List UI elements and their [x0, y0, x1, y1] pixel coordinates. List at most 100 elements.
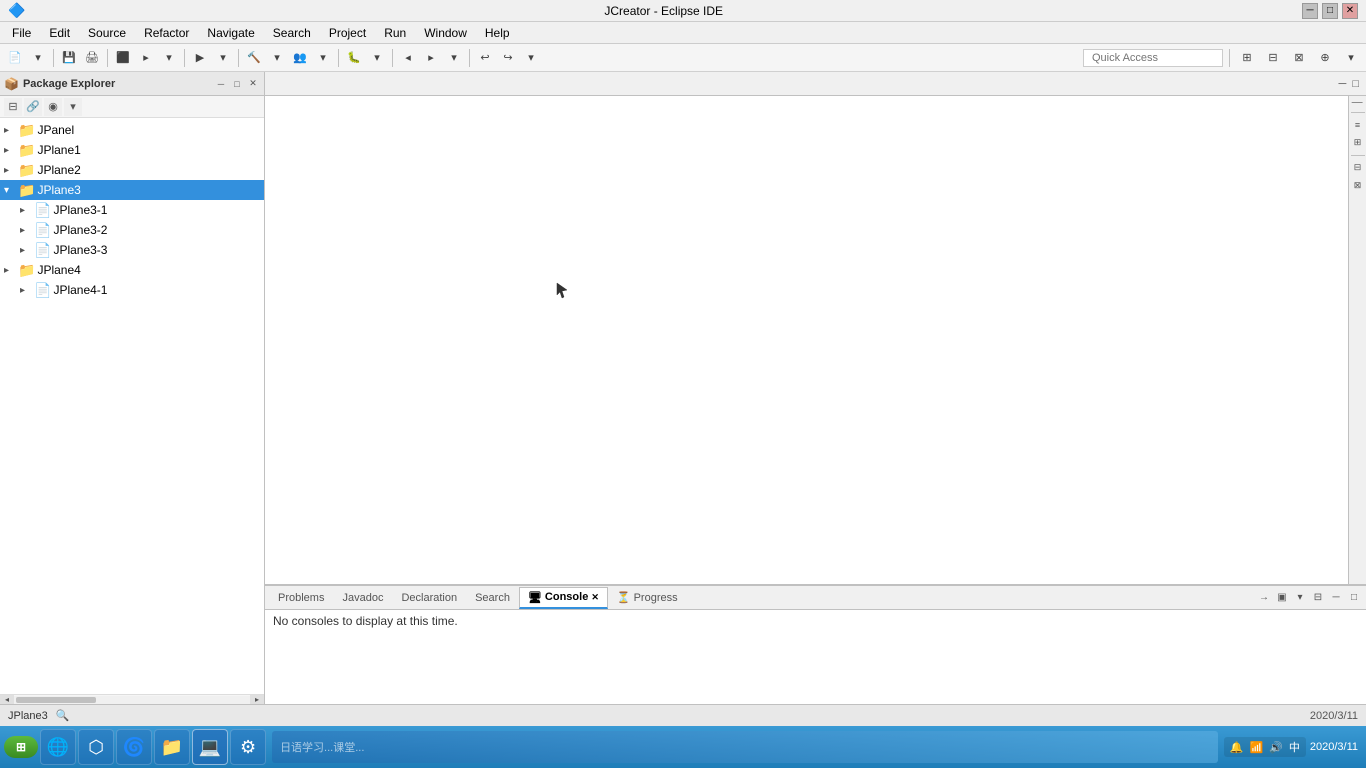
save-button[interactable]: 💾	[58, 47, 80, 69]
menu-item-run[interactable]: Run	[376, 24, 414, 42]
rs-button-3[interactable]: ⊞	[1350, 135, 1366, 151]
run-button[interactable]: ▶	[189, 47, 211, 69]
build-button[interactable]: 🔨	[243, 47, 265, 69]
tab-close-console[interactable]: ✕	[591, 592, 599, 603]
tree-item-jplane3[interactable]: ▾📁JPlane3	[0, 180, 264, 200]
taskbar-ie2[interactable]: ⬡	[78, 729, 114, 765]
menu-item-help[interactable]: Help	[477, 24, 518, 42]
toolbar-group-1: 📄 ▾	[4, 47, 49, 69]
scroll-thumb[interactable]	[16, 697, 96, 703]
link-with-editor-button[interactable]: 🔗	[24, 98, 42, 116]
perspective2-button[interactable]: ⊟	[1262, 47, 1284, 69]
quick-access-input[interactable]	[1083, 49, 1223, 67]
editor-maximize-button[interactable]: □	[1349, 78, 1362, 90]
build-dropdown[interactable]: ▾	[266, 47, 288, 69]
team-button[interactable]: 👥	[289, 47, 311, 69]
tree-item-jpanel[interactable]: ▸📁JPanel	[0, 120, 264, 140]
rs-button-2[interactable]: ≡	[1350, 117, 1366, 133]
scroll-right-btn[interactable]: ▸	[250, 695, 264, 705]
team-dropdown[interactable]: ▾	[312, 47, 334, 69]
close-button[interactable]: ✕	[1342, 3, 1358, 19]
maximize-button[interactable]: □	[1322, 3, 1338, 19]
status-icon: 🔍	[56, 709, 70, 722]
menu-item-project[interactable]: Project	[321, 24, 374, 42]
tray-bell: 🔔	[1230, 741, 1244, 754]
pkg-maximize-button[interactable]: □	[230, 77, 244, 91]
bottom-tab-javadoc[interactable]: Javadoc	[333, 587, 392, 609]
pkg-view-dropdown[interactable]: ▾	[64, 98, 82, 116]
console-minimize-btn[interactable]: ─	[1328, 590, 1344, 606]
undo-button[interactable]: ↩	[474, 47, 496, 69]
minimize-button[interactable]: ─	[1302, 3, 1318, 19]
redo-dropdown[interactable]: ▾	[520, 47, 542, 69]
menu-item-refactor[interactable]: Refactor	[136, 24, 197, 42]
bottom-tab-search[interactable]: Search	[466, 587, 519, 609]
menu-item-search[interactable]: Search	[265, 24, 319, 42]
rs-button-4[interactable]: ⊟	[1350, 160, 1366, 176]
scroll-left-btn[interactable]: ◂	[0, 695, 14, 705]
taskbar-app2[interactable]: ⚙	[230, 729, 266, 765]
taskbar-app1[interactable]: 🌀	[116, 729, 152, 765]
taskbar-eclipse[interactable]: 💻	[192, 729, 228, 765]
taskbar-ie[interactable]: 🌐	[40, 729, 76, 765]
tree-item-jplane3-3[interactable]: ▸📄JPlane3-3	[0, 240, 264, 260]
run-prev-dropdown[interactable]: ▾	[158, 47, 180, 69]
new-dropdown[interactable]: ▾	[27, 47, 49, 69]
menu-item-window[interactable]: Window	[416, 24, 475, 42]
tree-icon-jplane3-2: 📄	[34, 222, 51, 239]
nav-next-button[interactable]: ▸	[420, 47, 442, 69]
editor-minimize-button[interactable]: ─	[1336, 78, 1350, 90]
tree-arrow-jplane3: ▾	[4, 185, 16, 196]
title-bar: 🔷 JCreator - Eclipse IDE ─ □ ✕	[0, 0, 1366, 22]
debug-dropdown[interactable]: ▾	[366, 47, 388, 69]
menu-item-file[interactable]: File	[4, 24, 39, 42]
tree-icon-jplane3: 📁	[18, 182, 35, 199]
console-dropdown-btn[interactable]: ▾	[1292, 590, 1308, 606]
rs-button-1[interactable]: │	[1350, 98, 1366, 108]
taskbar-folder[interactable]: 📁	[154, 729, 190, 765]
menu-item-source[interactable]: Source	[80, 24, 134, 42]
collapse-all-button[interactable]: ⊟	[4, 98, 22, 116]
debug-prev-button[interactable]: 🐛	[343, 47, 365, 69]
horizontal-scrollbar[interactable]: ◂ ▸	[0, 694, 264, 704]
tree-item-jplane3-2[interactable]: ▸📄JPlane3-2	[0, 220, 264, 240]
tree-item-jplane3-1[interactable]: ▸📄JPlane3-1	[0, 200, 264, 220]
scroll-track[interactable]	[14, 696, 250, 704]
console-maximize-btn[interactable]: □	[1346, 590, 1362, 606]
menu-item-edit[interactable]: Edit	[41, 24, 78, 42]
menu-item-navigate[interactable]: Navigate	[199, 24, 262, 42]
bottom-tab-problems[interactable]: Problems	[269, 587, 333, 609]
redo-button[interactable]: ↪	[497, 47, 519, 69]
run-prev-button[interactable]: ▸	[135, 47, 157, 69]
tree-item-jplane2[interactable]: ▸📁JPlane2	[0, 160, 264, 180]
console-monitor-btn[interactable]: ▣	[1274, 590, 1290, 606]
run-dropdown[interactable]: ▾	[212, 47, 234, 69]
tree-area[interactable]: ▸📁JPanel▸📁JPlane1▸📁JPlane2▾📁JPlane3▸📄JPl…	[0, 118, 264, 694]
toolbar: 📄 ▾ 💾 🖨 ⬛ ▸ ▾ ▶ ▾ 🔨 ▾ 👥 ▾ 🐛 ▾ ◂ ▸ ▾ ↩ ↪ …	[0, 44, 1366, 72]
perspective-button[interactable]: ⊞	[1236, 47, 1258, 69]
nav-dropdown[interactable]: ▾	[443, 47, 465, 69]
tray-network: 📶	[1249, 741, 1263, 754]
print-button[interactable]: 🖨	[81, 47, 103, 69]
nav-prev-button[interactable]: ◂	[397, 47, 419, 69]
tree-label-jplane4: JPlane4	[37, 263, 260, 277]
perspective3-button[interactable]: ⊠	[1288, 47, 1310, 69]
tree-item-jplane4[interactable]: ▸📁JPlane4	[0, 260, 264, 280]
tree-item-jplane4-1[interactable]: ▸📄JPlane4-1	[0, 280, 264, 300]
bottom-tab-progress[interactable]: ⏳Progress	[608, 587, 687, 609]
perspective5-button[interactable]: ▾	[1340, 47, 1362, 69]
pkg-view-button[interactable]: ◉	[44, 98, 62, 116]
console-arrow-btn[interactable]: →	[1256, 590, 1272, 606]
tree-item-jplane1[interactable]: ▸📁JPlane1	[0, 140, 264, 160]
console-expand-btn[interactable]: ⊟	[1310, 590, 1326, 606]
pkg-close-button[interactable]: ✕	[246, 77, 260, 91]
perspective4-button[interactable]: ⊕	[1314, 47, 1336, 69]
start-button[interactable]: ⊞	[4, 736, 38, 758]
pkg-minimize-button[interactable]: ─	[214, 77, 228, 91]
bottom-tab-console[interactable]: 🖥Console ✕	[519, 587, 608, 609]
bottom-tab-declaration[interactable]: Declaration	[392, 587, 466, 609]
new-button[interactable]: 📄	[4, 47, 26, 69]
rs-button-5[interactable]: ⊠	[1350, 178, 1366, 194]
open-type-button[interactable]: ⬛	[112, 47, 134, 69]
rs-divider-2	[1351, 155, 1365, 156]
